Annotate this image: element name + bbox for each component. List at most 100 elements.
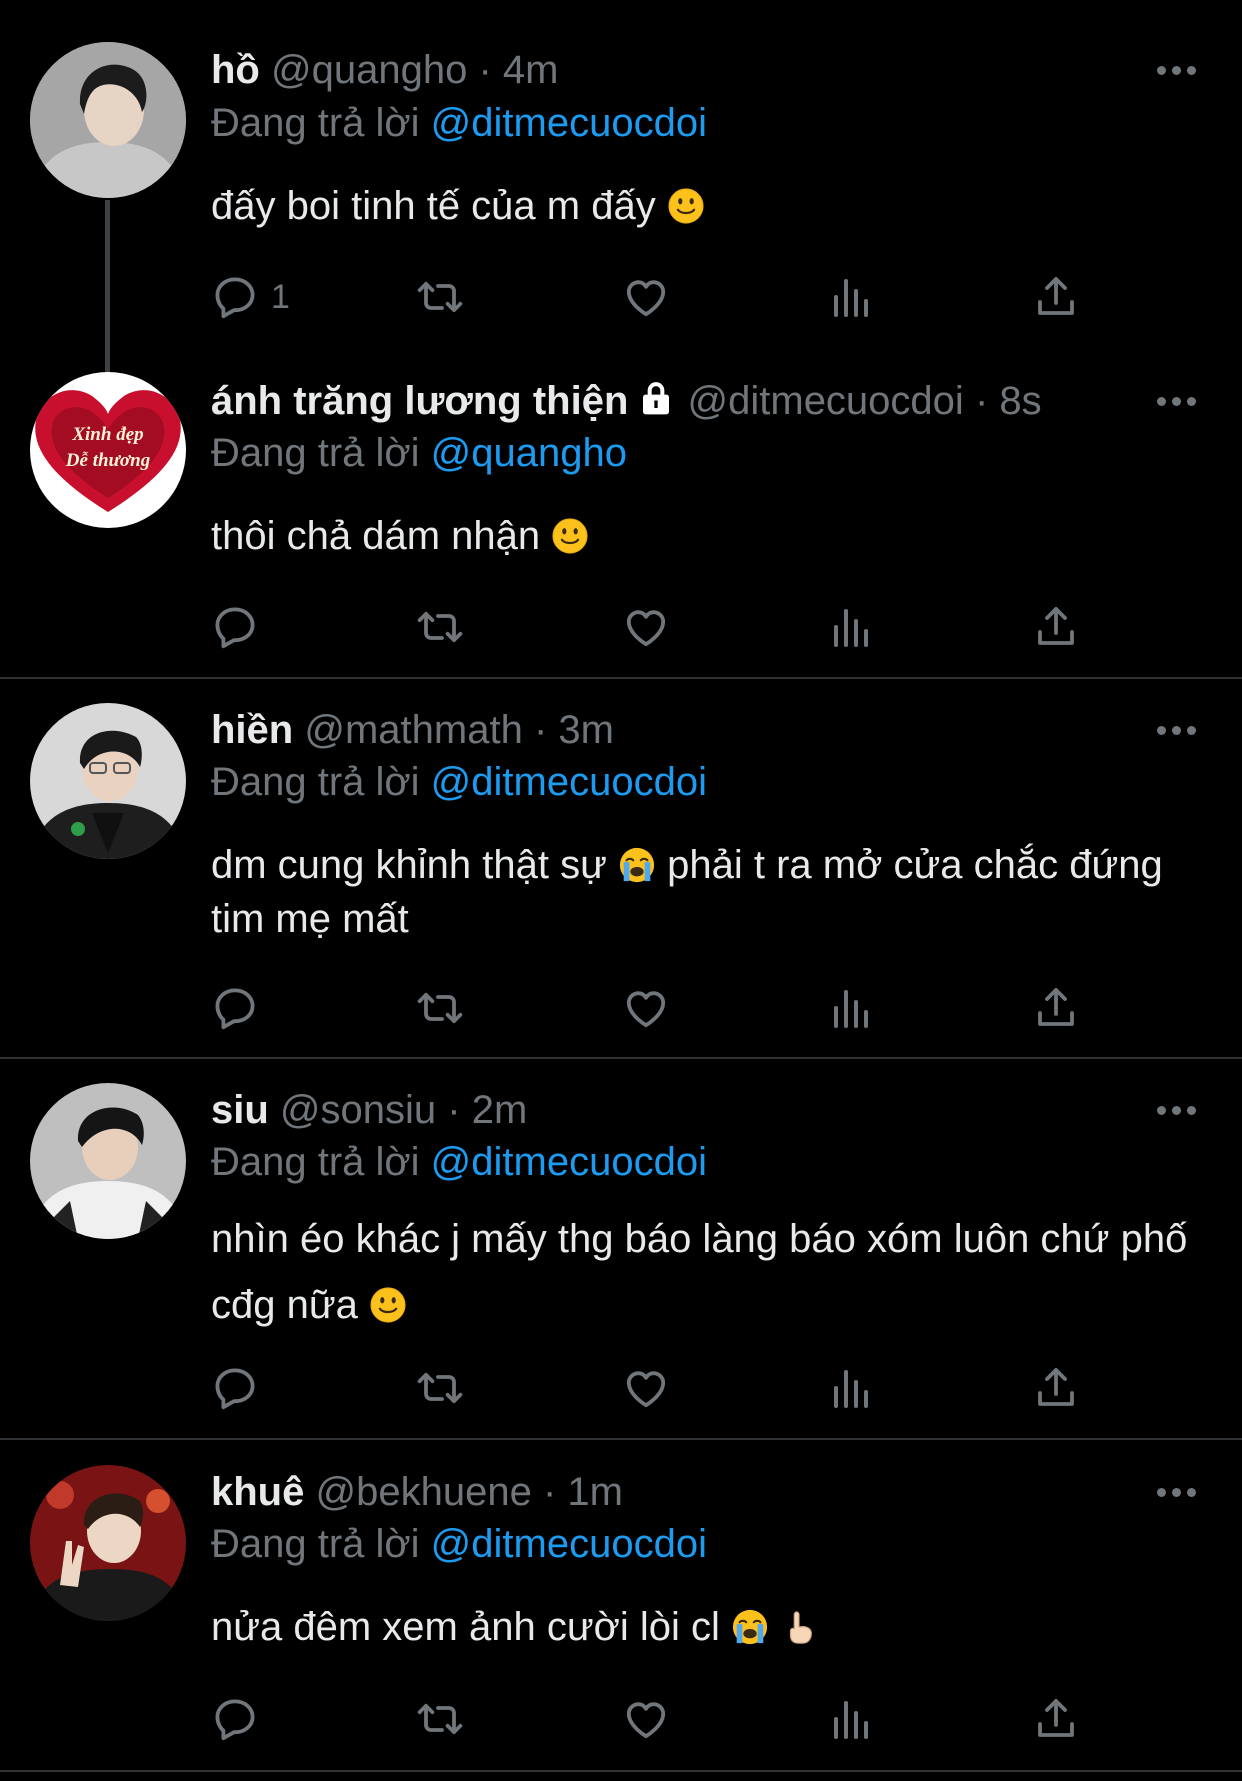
more-options-icon[interactable] [1157,395,1197,407]
handle[interactable]: @mathmath [304,708,522,752]
reply-icon [211,1364,259,1412]
replying-prefix: Đang trả lời [211,1522,420,1566]
retweet-icon [416,1695,464,1743]
like-button[interactable] [622,1361,670,1415]
timestamp[interactable]: 2m [472,1088,528,1132]
reply-count: 1 [271,277,290,316]
more-options-icon[interactable] [1157,1486,1197,1498]
tweet-text: nửa đêm xem ảnh cười lòi cl [211,1600,1221,1654]
views-icon [827,984,875,1032]
retweet-button[interactable] [416,1692,464,1746]
divider [0,1770,1242,1772]
tweet[interactable]: siu @sonsiu · 2m Đang trả lời @ditmecuoc… [0,1059,1242,1438]
handle[interactable]: @quangho [271,48,467,92]
share-icon [1032,1364,1080,1412]
tweet-header: hiền @mathmath · 3m [211,703,614,757]
tweet-text: thôi chả dám nhận [211,509,1221,563]
share-icon [1032,984,1080,1032]
tweet[interactable]: hồ @quangho · 4m Đang trả lời @ditmecuoc… [0,0,1242,370]
reply-button[interactable]: 1 [211,270,290,324]
retweet-button[interactable] [416,1361,464,1415]
slight-smile-emoji [551,517,589,555]
lock-icon [636,378,676,418]
tweet-text-content: đấy boi tinh tế của m đấy [211,184,656,228]
more-options-icon[interactable] [1157,64,1197,76]
reply-icon [211,1695,259,1743]
views-button[interactable] [827,270,875,324]
reply-mention-link[interactable]: @ditmecuocdoi [431,1140,707,1184]
action-bar [211,600,1111,654]
avatar[interactable] [30,1083,186,1239]
reply-mention-link[interactable]: @ditmecuocdoi [431,1522,707,1566]
separator: · [447,1088,461,1132]
display-name[interactable]: siu [211,1088,269,1132]
share-button[interactable] [1032,1692,1080,1746]
like-icon [622,1364,670,1412]
handle[interactable]: @bekhuene [315,1470,531,1514]
tweet[interactable]: khuê @bekhuene · 1m Đang trả lời @ditmec… [0,1440,1242,1770]
thread-line [105,200,110,370]
timestamp[interactable]: 1m [567,1470,623,1514]
views-button[interactable] [827,600,875,654]
avatar-text-2: Dễ thương [65,450,150,471]
tweet-header: ánh trăng lương thiện @ditmecuocdoi · 8s [211,374,1042,428]
reply-mention-link[interactable]: @ditmecuocdoi [431,101,707,145]
like-icon [622,603,670,651]
more-options-icon[interactable] [1157,724,1197,736]
like-button[interactable] [622,981,670,1035]
display-name[interactable]: hồ [211,48,260,92]
retweet-button[interactable] [416,600,464,654]
avatar[interactable] [30,42,186,198]
tweet-text-content: thôi chả dám nhận [211,514,541,558]
avatar[interactable]: Xinh đẹp Dễ thương [30,372,186,528]
timestamp[interactable]: 3m [558,708,614,752]
timestamp[interactable]: 4m [503,48,559,92]
handle[interactable]: @sonsiu [280,1088,436,1132]
display-name[interactable]: ánh trăng lương thiện [211,379,628,423]
reply-button[interactable] [211,981,259,1035]
reply-button[interactable] [211,600,259,654]
share-button[interactable] [1032,600,1080,654]
views-button[interactable] [827,1361,875,1415]
tweet[interactable]: hiền @mathmath · 3m Đang trả lời @ditmec… [0,679,1242,1057]
tweet[interactable]: Xinh đẹp Dễ thương ánh trăng lương thiện… [0,370,1242,677]
replying-to: Đang trả lời @ditmecuocdoi [211,96,707,150]
share-button[interactable] [1032,1361,1080,1415]
display-name[interactable]: khuê [211,1470,304,1514]
display-name[interactable]: hiền [211,708,293,752]
like-button[interactable] [622,270,670,324]
replying-prefix: Đang trả lời [211,431,420,475]
retweet-icon [416,603,464,651]
like-button[interactable] [622,1692,670,1746]
more-options-icon[interactable] [1157,1104,1197,1116]
like-button[interactable] [622,600,670,654]
share-button[interactable] [1032,270,1080,324]
reply-button[interactable] [211,1692,259,1746]
views-icon [827,1364,875,1412]
avatar[interactable] [30,1465,186,1621]
separator: · [533,708,548,752]
handle[interactable]: @ditmecuocdoi [688,379,964,423]
reply-icon [211,273,259,321]
share-icon [1032,273,1080,321]
avatar[interactable] [30,703,186,859]
views-button[interactable] [827,1692,875,1746]
separator: · [478,48,492,92]
tweet-text-content: dm cung khỉnh thật sự [211,843,607,887]
retweet-button[interactable] [416,270,464,324]
views-button[interactable] [827,981,875,1035]
reply-icon [211,603,259,651]
share-button[interactable] [1032,981,1080,1035]
timestamp[interactable]: 8s [999,379,1041,423]
reply-mention-link[interactable]: @quangho [431,431,627,475]
tweet-header: siu @sonsiu · 2m [211,1083,527,1137]
retweet-button[interactable] [416,981,464,1035]
reply-mention-link[interactable]: @ditmecuocdoi [431,760,707,804]
action-bar [211,981,1111,1035]
like-icon [622,273,670,321]
tweet-header: hồ @quangho · 4m [211,43,558,97]
reply-button[interactable] [211,1361,259,1415]
loudly-crying-emoji [731,1608,769,1646]
retweet-icon [416,273,464,321]
retweet-icon [416,984,464,1032]
